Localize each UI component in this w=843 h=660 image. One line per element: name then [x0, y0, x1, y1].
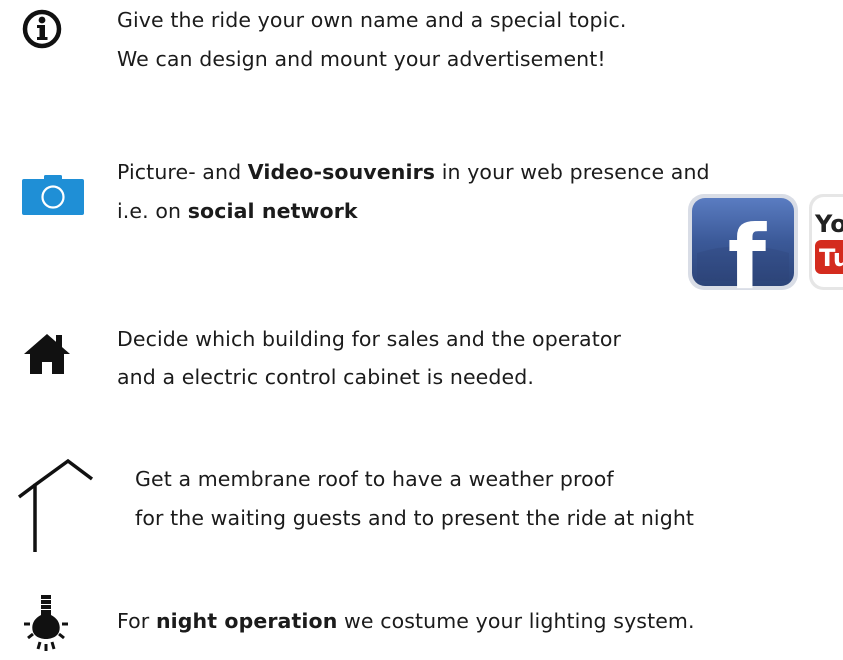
light-line-1: For night operation we costume your ligh…: [117, 609, 695, 633]
light-section: For night operation we costume your ligh…: [0, 592, 843, 660]
camera-icon: [22, 175, 84, 215]
info-line-2: We can design and mount your advertiseme…: [117, 47, 606, 71]
house-section: Decide which building for sales and the …: [0, 320, 843, 410]
house-line-1: Decide which building for sales and the …: [117, 327, 622, 351]
info-section: Give the ride your own name and a specia…: [0, 0, 843, 110]
house-line-2: and a electric control cabinet is needed…: [117, 365, 534, 389]
lightbulb-icon: [24, 595, 68, 651]
youtube-logo: You Tube: [809, 194, 843, 290]
house-icon: [24, 334, 70, 374]
camera-line-2: i.e. on social network: [117, 199, 358, 223]
facebook-logo-letter: f: [728, 206, 768, 291]
roof-line-1: Get a membrane roof to have a weather pr…: [135, 467, 614, 491]
facebook-logo: f: [688, 194, 798, 291]
roof-line-2: for the waiting guests and to present th…: [135, 506, 695, 530]
youtube-logo-you: You: [814, 210, 843, 238]
roof-section: Get a membrane roof to have a weather pr…: [0, 455, 843, 555]
camera-line-1: Picture- and Video-souvenirs in your web…: [117, 160, 710, 184]
youtube-logo-tube: Tube: [819, 244, 843, 272]
info-icon: [22, 9, 62, 49]
camera-section: Picture- and Video-souvenirs in your web…: [0, 150, 843, 300]
roof-outline-icon: [17, 458, 94, 552]
info-line-1: Give the ride your own name and a specia…: [117, 8, 627, 32]
